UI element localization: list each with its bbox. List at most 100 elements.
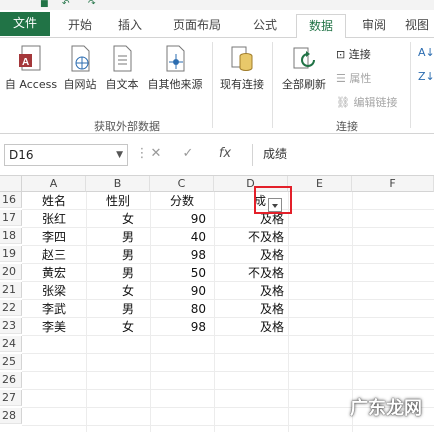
tab-page-layout[interactable]: 页面布局: [165, 14, 229, 38]
group-separator: [410, 42, 411, 128]
edit-links-label: 编辑链接: [353, 96, 398, 109]
cell-b20[interactable]: 男: [86, 265, 138, 281]
cell-c23[interactable]: 98: [150, 319, 210, 335]
edit-links-button[interactable]: ⛓ 编辑链接: [336, 94, 397, 110]
cell-d23[interactable]: 及格: [214, 319, 288, 335]
cell-c17[interactable]: 90: [150, 211, 210, 227]
grid-line: [22, 245, 434, 246]
row-header[interactable]: 25: [0, 354, 22, 370]
column-header-b[interactable]: B: [86, 176, 150, 192]
grid-line: [22, 317, 434, 318]
existing-connections-icon: [231, 46, 253, 71]
row-header[interactable]: 18: [0, 228, 22, 244]
grid-line: [22, 335, 434, 336]
row-header[interactable]: 28: [0, 408, 22, 424]
cell-c20[interactable]: 50: [150, 265, 210, 281]
insert-function-icon[interactable]: fx: [214, 144, 236, 164]
name-box[interactable]: D16 ▼: [4, 144, 128, 166]
from-text-button[interactable]: 自文本: [102, 44, 142, 92]
grid-line: [22, 209, 434, 210]
save-icon[interactable]: ■: [40, 0, 49, 9]
column-header-e[interactable]: E: [288, 176, 352, 192]
cell-d19[interactable]: 及格: [214, 247, 288, 263]
column-header-c[interactable]: C: [150, 176, 214, 192]
tab-view[interactable]: 视图: [400, 14, 434, 38]
row-header[interactable]: 19: [0, 246, 22, 262]
cell-b23[interactable]: 女: [86, 319, 138, 335]
cell-a16[interactable]: 姓名: [22, 193, 86, 209]
cell-b18[interactable]: 男: [86, 229, 138, 245]
row-header[interactable]: 27: [0, 390, 22, 406]
existing-connections-label: 现有连接: [220, 78, 264, 91]
row-header[interactable]: 24: [0, 336, 22, 352]
row-header[interactable]: 22: [0, 300, 22, 316]
tab-data[interactable]: 数据: [296, 14, 346, 39]
cell-c21[interactable]: 90: [150, 283, 210, 299]
formula-controls: ⋮ ✕ ✓ fx 成绩: [134, 144, 434, 166]
sort-desc-icon[interactable]: Z↓: [418, 70, 434, 83]
cell-c16[interactable]: 分数: [150, 193, 214, 209]
existing-connections-button[interactable]: 现有连接: [216, 44, 268, 92]
ribbon-tabs: 文件 开始 插入 页面布局 公式 数据 审阅 视图: [0, 10, 434, 39]
access-icon: A: [19, 45, 41, 71]
from-text-label: 自文本: [105, 78, 139, 91]
cell-a21[interactable]: 张梁: [22, 283, 86, 299]
tab-home[interactable]: 开始: [60, 14, 100, 38]
grid-line: [22, 281, 434, 282]
from-other-sources-button[interactable]: 自其他来源: [142, 44, 208, 92]
cell-a17[interactable]: 张红: [22, 211, 86, 227]
undo-icon[interactable]: ↶: [62, 0, 70, 9]
row-header[interactable]: 21: [0, 282, 22, 298]
highlight-box: [254, 186, 292, 214]
cell-b16[interactable]: 性别: [86, 193, 150, 209]
tab-insert[interactable]: 插入: [110, 14, 150, 38]
grid-line: [22, 227, 434, 228]
cell-a22[interactable]: 李武: [22, 301, 86, 317]
connections-button[interactable]: ⊡ 连接: [336, 46, 371, 62]
cell-a18[interactable]: 李四: [22, 229, 86, 245]
cell-d18[interactable]: 不及格: [214, 229, 288, 245]
refresh-all-button[interactable]: 全部刷新: [276, 44, 332, 92]
cell-b22[interactable]: 男: [86, 301, 138, 317]
from-access-button[interactable]: A 自 Access: [2, 44, 60, 92]
cell-a19[interactable]: 赵三: [22, 247, 86, 263]
properties-button[interactable]: ☰ 属性: [336, 70, 371, 86]
watermark: 广东龙网: [350, 398, 422, 419]
cell-c19[interactable]: 98: [150, 247, 210, 263]
cell-b21[interactable]: 女: [86, 283, 138, 299]
cell-d21[interactable]: 及格: [214, 283, 288, 299]
formula-bar: D16 ▼ ⋮ ✕ ✓ fx 成绩: [0, 134, 434, 176]
properties-icon: ☰: [336, 72, 346, 85]
row-header[interactable]: 23: [0, 318, 22, 334]
sort-icon[interactable]: A↓: [418, 46, 434, 59]
row-header[interactable]: 20: [0, 264, 22, 280]
grid-line: [22, 353, 434, 354]
select-all-corner[interactable]: [0, 176, 22, 192]
group-separator: [212, 42, 213, 128]
tab-formulas[interactable]: 公式: [245, 14, 285, 38]
grid-line: [22, 425, 434, 426]
cell-a20[interactable]: 黄宏: [22, 265, 86, 281]
other-sources-icon: [166, 45, 185, 72]
column-header-f[interactable]: F: [352, 176, 434, 192]
cell-b17[interactable]: 女: [86, 211, 138, 227]
refresh-all-label: 全部刷新: [282, 78, 326, 91]
cell-c18[interactable]: 40: [150, 229, 210, 245]
redo-icon[interactable]: ↷: [88, 0, 96, 9]
cancel-icon[interactable]: ✕: [148, 144, 164, 164]
cell-a23[interactable]: 李美: [22, 319, 86, 335]
column-header-a[interactable]: A: [22, 176, 86, 192]
formula-input[interactable]: 成绩: [252, 144, 434, 166]
enter-icon[interactable]: ✓: [180, 144, 196, 164]
row-header[interactable]: 17: [0, 210, 22, 226]
cell-d22[interactable]: 及格: [214, 301, 288, 317]
chevron-down-icon[interactable]: ▼: [116, 145, 123, 165]
cell-d20[interactable]: 不及格: [214, 265, 288, 281]
cell-b19[interactable]: 男: [86, 247, 138, 263]
tab-review[interactable]: 审阅: [356, 14, 392, 38]
cell-c22[interactable]: 80: [150, 301, 210, 317]
row-header[interactable]: 16: [0, 192, 22, 208]
row-header[interactable]: 26: [0, 372, 22, 388]
from-web-button[interactable]: 自网站: [60, 44, 100, 92]
tab-file[interactable]: 文件: [0, 12, 50, 36]
